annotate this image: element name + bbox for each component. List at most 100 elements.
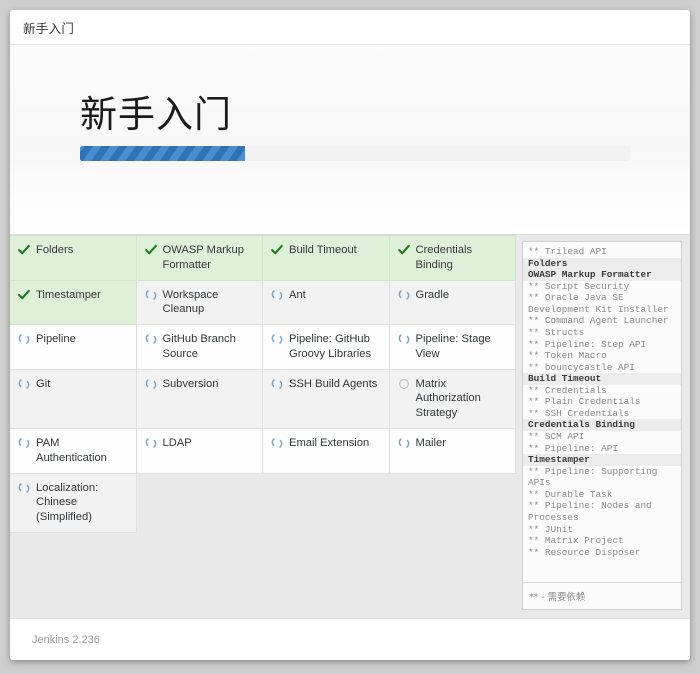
check-icon: [18, 244, 30, 257]
log-legend-text: ** - 需要依赖: [529, 592, 586, 603]
log-line-dependency: ** bouncycastle API: [528, 361, 635, 373]
plugin-cell-empty: [389, 473, 516, 533]
jenkins-version: Jenkins 2.236: [32, 633, 100, 646]
plugin-cell: Subversion: [136, 369, 263, 430]
spinner-icon: [271, 333, 283, 346]
plugin-name: Credentials Binding: [415, 244, 473, 271]
log-line-dependency: ** Command Agent Launcher: [528, 315, 669, 327]
spinner-icon: [145, 378, 157, 391]
plugin-cell-empty: [263, 473, 390, 533]
log-line-dependency: ** Script Security: [528, 280, 630, 292]
log-line-dependency: ** Pipeline: Supporting APIs: [528, 465, 658, 489]
spinner-icon: [271, 378, 283, 391]
log-line-dependency: ** SCM API: [528, 431, 585, 442]
check-icon: [18, 289, 30, 302]
plugin-cell: Pipeline: GitHub Groovy Libraries: [263, 325, 390, 370]
log-line-dependency: ** Matrix Project: [528, 535, 624, 547]
plugin-name: Timestamper: [36, 288, 101, 301]
log-line-dependency: ** Pipeline: Nodes and Processes: [528, 500, 652, 523]
plugin-cell: Build Timeout: [263, 236, 390, 281]
check-icon: [144, 244, 157, 257]
plugin-cell: Mailer: [389, 429, 516, 474]
log-line-dependency: ** Pipeline: Step API: [528, 338, 647, 350]
log-line-dependency: ** JUnit: [528, 523, 574, 535]
log-line-plugin: Build Timeout: [523, 373, 681, 385]
plugin-cell: Pipeline: [10, 325, 137, 370]
plugin-cell-empty: [136, 473, 263, 533]
check-icon: [271, 244, 283, 257]
plugin-cell: Timestamper: [10, 280, 137, 326]
log-line-plugin: Folders: [523, 257, 681, 270]
spinner-icon: [18, 378, 30, 391]
install-body: Folders OWASP Markup Formatter Build Timeo…: [10, 235, 690, 618]
plugin-name: Pipeline: Stage View: [415, 333, 491, 360]
spinner-icon: [398, 333, 410, 346]
plugin-name: Pipeline: GitHub Groovy Libraries: [289, 333, 372, 360]
plugin-cell: Matrix Authorization Strategy: [389, 369, 516, 430]
plugin-cell: Email Extension: [263, 429, 390, 474]
plugin-name: SSH Build Agents: [289, 377, 378, 390]
log-line-plugin: Timestamper: [523, 454, 681, 466]
spinner-icon: [398, 437, 410, 450]
install-log-list[interactable]: ** Trilead API Folders OWASP Markup Format…: [523, 242, 681, 582]
window-titlebar: 新手入门: [10, 10, 690, 45]
spinner-icon: [145, 289, 157, 302]
log-line-dependency: ** Trilead API: [528, 246, 607, 257]
plugin-cell: Credentials Binding: [389, 236, 516, 281]
log-line-dependency: ** Oracle Java SE Development Kit Instal…: [528, 292, 669, 315]
log-line-dependency: ** Plain Credentials: [528, 396, 641, 408]
plugin-name: Subversion: [162, 377, 219, 390]
log-line-dependency: ** Resource Disposer: [528, 546, 641, 558]
plugin-cell: LDAP: [136, 429, 263, 474]
plugin-name: Matrix Authorization Strategy: [415, 377, 481, 420]
plugin-cell: Pipeline: Stage View: [389, 325, 516, 370]
page-title: 新手入门: [80, 94, 232, 135]
log-line-plugin: Credentials Binding: [523, 419, 681, 431]
plugin-cell: GitHub Branch Source: [136, 325, 263, 370]
spinner-icon: [271, 289, 283, 302]
plugin-cell: SSH Build Agents: [263, 369, 390, 430]
plugin-cell: Localization: Chinese (Simplified): [10, 473, 137, 533]
plugin-name: PAM Authentication: [36, 437, 107, 464]
spinner-icon: [398, 289, 410, 302]
plugin-cell: Ant: [263, 280, 390, 326]
plugin-name: Mailer: [415, 437, 446, 450]
log-line-dependency: ** Token Macro: [528, 350, 607, 362]
spinner-icon: [18, 437, 30, 450]
plugin-grid-wrap: Folders OWASP Markup Formatter Build Timeo…: [10, 235, 516, 618]
hero-banner: 新手入门: [10, 45, 690, 235]
check-icon: [397, 244, 410, 257]
log-line-plugin: OWASP Markup Formatter: [523, 269, 681, 281]
plugin-cell: Git: [10, 369, 137, 430]
log-line-dependency: ** Durable Task: [528, 488, 613, 500]
plugin-name: Ant: [289, 288, 306, 301]
plugin-name: Email Extension: [289, 437, 370, 450]
plugin-name: LDAP: [162, 437, 192, 450]
plugin-cell: OWASP Markup Formatter: [136, 236, 263, 281]
plugin-name: Localization: Chinese (Simplified): [36, 481, 99, 524]
spinner-icon: [145, 437, 157, 450]
log-line-dependency: ** Pipeline: API: [528, 442, 619, 454]
plugin-name: Pipeline: [36, 333, 76, 346]
plugin-cell: Workspace Cleanup: [136, 280, 263, 326]
footer-bar: Jenkins 2.236: [10, 618, 690, 660]
plugin-name: GitHub Branch Source: [162, 333, 236, 360]
log-legend: ** - 需要依赖: [523, 582, 681, 609]
log-line-dependency: ** Structs: [528, 326, 585, 338]
log-line-dependency: ** Credentials: [528, 384, 607, 396]
install-log-panel[interactable]: ** Trilead API Folders OWASP Markup Format…: [522, 241, 682, 610]
spinner-icon: [145, 333, 157, 346]
install-progress-bar: [80, 146, 630, 162]
plugin-grid: Folders OWASP Markup Formatter Build Timeo…: [10, 235, 516, 533]
window-title: 新手入门: [23, 21, 75, 36]
spinner-icon: [18, 333, 30, 346]
install-progress-fill: [80, 146, 245, 162]
wizard-window: 新手入门 新手入门 Folders OWASP Markup Formatter B…: [10, 10, 690, 660]
plugin-name: Build Timeout: [289, 244, 357, 256]
spinner-icon: [271, 437, 283, 450]
plugin-cell: PAM Authentication: [10, 429, 137, 474]
plugin-name: OWASP Markup Formatter: [162, 244, 244, 271]
log-line-dependency: ** SSH Credentials: [528, 407, 630, 419]
plugin-name: Git: [36, 377, 51, 390]
plugin-name: Gradle: [415, 288, 450, 301]
